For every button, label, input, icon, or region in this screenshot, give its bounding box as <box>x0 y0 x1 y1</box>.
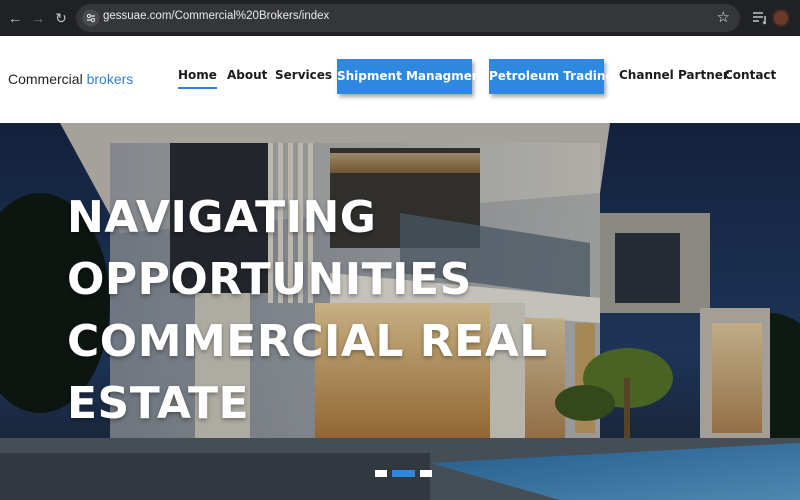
logo-accent-text: brokers <box>86 71 134 87</box>
profile-avatar-icon[interactable] <box>772 9 790 27</box>
carousel-indicator-1[interactable] <box>375 470 387 477</box>
nav-services-link[interactable]: Services <box>275 68 332 82</box>
site-info-icon[interactable] <box>82 9 100 27</box>
back-arrow-icon[interactable]: ← <box>6 9 24 27</box>
carousel-indicator-2-active[interactable] <box>392 470 415 477</box>
nav-channel-partner-link[interactable]: Channel Partner <box>619 68 729 82</box>
shipment-management-button[interactable]: Shipment Managment <box>337 59 486 94</box>
reload-icon[interactable]: ↻ <box>52 9 70 27</box>
hero-headline: NAVIGATING OPPORTUNITIES COMMERCIAL REAL… <box>67 187 548 435</box>
hero-line: COMMERCIAL REAL <box>67 316 548 367</box>
nav-about-link[interactable]: About <box>227 68 267 82</box>
site-logo[interactable]: Commercial brokers <box>8 71 133 87</box>
reading-list-icon[interactable] <box>752 9 768 27</box>
hero-carousel: NAVIGATING OPPORTUNITIES COMMERCIAL REAL… <box>0 123 800 500</box>
petroleum-trading-button[interactable]: Petroleum Trading <box>489 59 614 94</box>
address-bar[interactable]: gessuae.com/Commercial%20Brokers/index ☆ <box>76 4 740 32</box>
site-header: Commercial brokers Home About Services S… <box>0 36 800 123</box>
bookmark-star-icon[interactable]: ☆ <box>717 8 730 26</box>
logo-main-text: Commercial <box>8 71 83 87</box>
hero-line: ESTATE <box>67 378 250 429</box>
carousel-indicator-3[interactable] <box>420 470 432 477</box>
forward-arrow-icon[interactable]: → <box>29 9 47 27</box>
nav-contact-link[interactable]: Contact <box>724 68 776 82</box>
hero-line: NAVIGATING <box>67 192 377 243</box>
url-text[interactable]: gessuae.com/Commercial%20Brokers/index <box>103 10 329 22</box>
browser-toolbar: ← → ↻ gessuae.com/Commercial%20Brokers/i… <box>0 0 800 36</box>
hero-line: OPPORTUNITIES <box>67 254 472 305</box>
nav-home-link[interactable]: Home <box>178 68 217 89</box>
